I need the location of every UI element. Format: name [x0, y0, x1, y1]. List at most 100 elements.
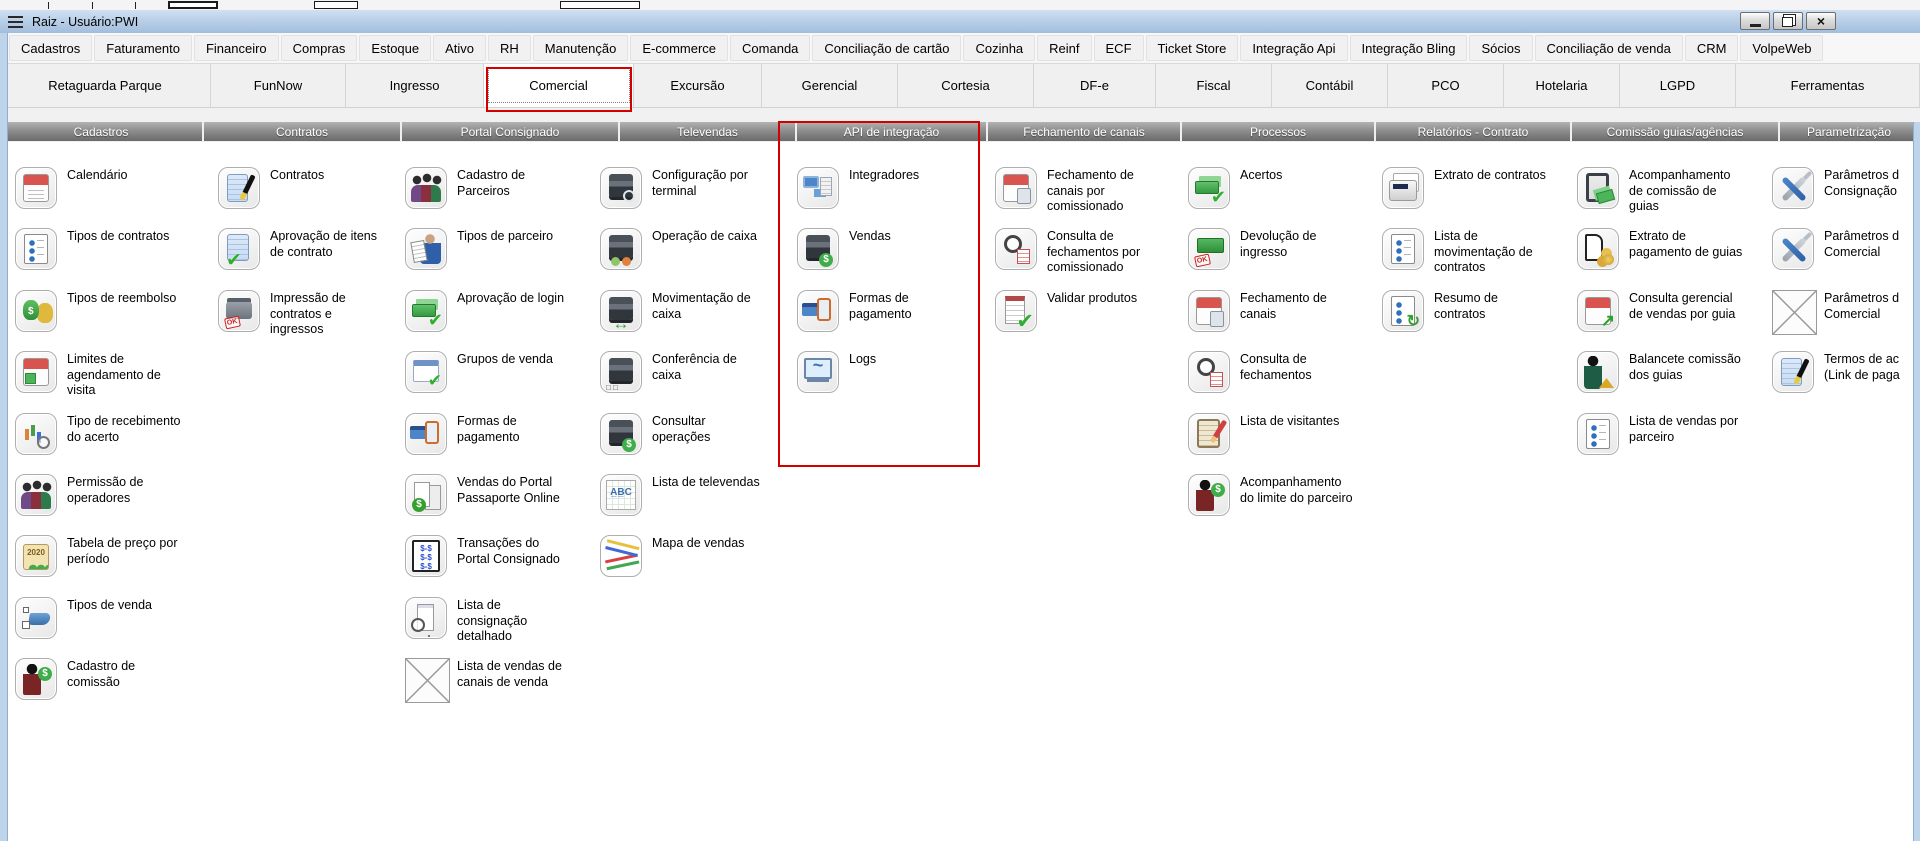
item-tipos-de-contratos[interactable]: Tipos de contratos [15, 228, 210, 288]
item-label: Consulta de fechamentos [1240, 352, 1312, 383]
item-extrato-de-contratos[interactable]: Extrato de contratos [1382, 167, 1577, 227]
item-formas-de-pagamento[interactable]: Formas de pagamento [405, 413, 600, 473]
list-doc-icon [1577, 413, 1619, 455]
item-cadastro-de-parceiros[interactable]: Cadastro de Parceiros [405, 167, 600, 227]
partners-icon [405, 167, 447, 209]
portal-sales-icon [405, 474, 447, 516]
item-vendas[interactable]: Vendas [797, 228, 992, 288]
item-label: Tipos de parceiro [457, 229, 553, 245]
item-resumo-de-contratos[interactable]: Resumo de contratos [1382, 290, 1577, 350]
item-operacao-de-caixa[interactable]: Operação de caixa [600, 228, 795, 288]
item-consulta-de-fechamentos-por-comissionado[interactable]: Consulta de fechamentos por comissionado [995, 228, 1190, 288]
calendar-calc-icon [1188, 290, 1230, 332]
list-doc-icon [15, 228, 57, 270]
item-label: Consulta gerencial de vendas por guia [1629, 291, 1735, 322]
chart-magnifier-icon [15, 413, 57, 455]
register-config-icon [600, 167, 642, 209]
item-aprovacao-de-login[interactable]: Aprovação de login [405, 290, 600, 350]
item-acertos[interactable]: Acertos [1188, 167, 1383, 227]
item-extrato-de-pagamento-de-guias[interactable]: Extrato de pagamento de guias [1577, 228, 1772, 288]
item-label: Permissão de operadores [67, 475, 143, 506]
item-label: Cadastro de comissão [67, 659, 135, 690]
item-impressao-de-contratos-e-ingressos[interactable]: Impressão de contratos e ingressos [218, 290, 413, 350]
doc-coins-icon [1577, 228, 1619, 270]
item-label: Integradores [849, 168, 919, 184]
item-lista-de-vendas-por-parceiro[interactable]: Lista de vendas por parceiro [1577, 413, 1772, 473]
item-parametros-d-comercial[interactable]: Parâmetros d Comercial [1772, 290, 1920, 350]
item-grupos-de-venda[interactable]: Grupos de venda [405, 351, 600, 411]
item-label: Tipos de reembolso [67, 291, 176, 307]
item-termos-de-ac-link-de-paga[interactable]: Termos de ac (Link de paga [1772, 351, 1920, 411]
item-label: Acompanhamento de comissão de guias [1629, 168, 1730, 215]
item-tipo-de-recebimento-do-acerto[interactable]: Tipo de recebimento do acerto [15, 413, 210, 473]
window-right-border [1913, 122, 1920, 841]
chart-lines-icon [600, 535, 642, 577]
consign-search-icon [405, 597, 447, 639]
item-consulta-gerencial-de-vendas-por-guia[interactable]: Consulta gerencial de vendas por guia [1577, 290, 1772, 350]
item-mapa-de-vendas[interactable]: Mapa de vendas [600, 535, 795, 595]
item-calendario[interactable]: Calendário [15, 167, 210, 227]
item-contratos[interactable]: Contratos [218, 167, 413, 227]
contract-pen-icon [1772, 351, 1814, 393]
item-tipos-de-reembolso[interactable]: Tipos de reembolso [15, 290, 210, 350]
item-lista-de-movimentacao-de-contratos[interactable]: Lista de movimentação de contratos [1382, 228, 1577, 288]
item-conferencia-de-caixa[interactable]: Conferência de caixa [600, 351, 795, 411]
item-label: Aprovação de itens de contrato [270, 229, 377, 260]
item-tabela-de-preco-por-periodo[interactable]: Tabela de preço por período [15, 535, 210, 595]
item-permissao-de-operadores[interactable]: Permissão de operadores [15, 474, 210, 534]
item-label: Extrato de pagamento de guias [1629, 229, 1742, 260]
item-label: Movimentação de caixa [652, 291, 751, 322]
item-lista-de-televendas[interactable]: Lista de televendas [600, 474, 795, 534]
item-fechamento-de-canais[interactable]: Fechamento de canais [1188, 290, 1383, 350]
item-label: Parâmetros d Comercial [1824, 291, 1899, 322]
item-aprovacao-de-itens-de-contrato[interactable]: Aprovação de itens de contrato [218, 228, 413, 288]
item-balancete-comissao-dos-guias[interactable]: Balancete comissão dos guias [1577, 351, 1772, 411]
content-area: CalendárioTipos de contratos Tipos de ree… [0, 0, 1920, 841]
item-tipos-de-venda[interactable]: Tipos de venda [15, 597, 210, 657]
item-tipos-de-parceiro[interactable]: Tipos de parceiro [405, 228, 600, 288]
integrators-icon [797, 167, 839, 209]
register-move-icon [600, 290, 642, 332]
monitor-log-icon [797, 351, 839, 393]
printer-ok-icon [218, 290, 260, 332]
item-acompanhamento-de-comissao-de-guias[interactable]: Acompanhamento de comissão de guias [1577, 167, 1772, 227]
tools-icon [1772, 167, 1814, 209]
money-check-icon [405, 290, 447, 332]
item-integradores[interactable]: Integradores [797, 167, 992, 227]
item-label: Acertos [1240, 168, 1282, 184]
calendar-calc-icon [995, 167, 1037, 209]
item-label: Grupos de venda [457, 352, 553, 368]
item-label: Lista de consignação detalhado [457, 598, 527, 645]
item-movimentacao-de-caixa[interactable]: Movimentação de caixa [600, 290, 795, 350]
item-logs[interactable]: Logs [797, 351, 992, 411]
item-acompanhamento-do-limite-do-parceiro[interactable]: Acompanhamento do limite do parceiro [1188, 474, 1383, 534]
item-formas-de-pagamento[interactable]: Formas de pagamento [797, 290, 992, 350]
item-lista-de-visitantes[interactable]: Lista de visitantes [1188, 413, 1383, 473]
item-label: Parâmetros d Consignação [1824, 168, 1899, 199]
calendar-icon [15, 167, 57, 209]
item-validar-produtos[interactable]: Validar produtos [995, 290, 1190, 350]
item-label: Consultar operações [652, 414, 710, 445]
person-money-icon [1188, 474, 1230, 516]
item-parametros-d-consignacao[interactable]: Parâmetros d Consignação [1772, 167, 1920, 227]
board-check-icon [405, 351, 447, 393]
item-label: Contratos [270, 168, 324, 184]
item-consultar-operacoes[interactable]: Consultar operações [600, 413, 795, 473]
item-vendas-do-portal-passaporte-online[interactable]: Vendas do Portal Passaporte Online [405, 474, 600, 534]
item-fechamento-de-canais-por-comissionado[interactable]: Fechamento de canais por comissionado [995, 167, 1190, 227]
item-consulta-de-fechamentos[interactable]: Consulta de fechamentos [1188, 351, 1383, 411]
register-dollar-icon [797, 228, 839, 270]
item-devolucao-de-ingresso[interactable]: Devolução de ingresso [1188, 228, 1383, 288]
item-transacoes-do-portal-consignado[interactable]: Transações do Portal Consignado [405, 535, 600, 595]
item-configuracao-por-terminal[interactable]: Configuração por terminal [600, 167, 795, 227]
item-label: Extrato de contratos [1434, 168, 1546, 184]
item-limites-de-agendamento-de-visita[interactable]: Limites de agendamento de visita [15, 351, 210, 411]
item-lista-de-consignacao-detalhado[interactable]: Lista de consignação detalhado [405, 597, 600, 657]
item-parametros-d-comercial[interactable]: Parâmetros d Comercial [1772, 228, 1920, 288]
item-lista-de-vendas-de-canais-de-venda[interactable]: Lista de vendas de canais de venda [405, 658, 600, 718]
person-scales-icon [1577, 351, 1619, 393]
item-label: Parâmetros d Comercial [1824, 229, 1899, 260]
item-cadastro-de-comissao[interactable]: Cadastro de comissão [15, 658, 210, 718]
item-label: Tipos de venda [67, 598, 152, 614]
item-label: Operação de caixa [652, 229, 757, 245]
